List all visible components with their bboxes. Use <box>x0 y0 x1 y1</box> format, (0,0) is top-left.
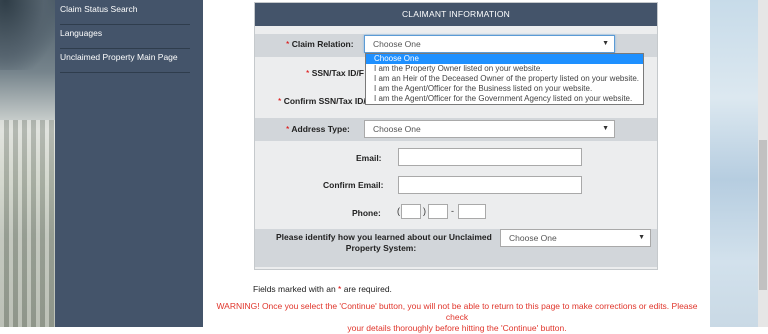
address-type-label: * Address Type: <box>286 124 350 134</box>
dropdown-option[interactable]: Choose One <box>366 54 643 64</box>
scrollbar-track[interactable] <box>758 0 768 327</box>
dropdown-option[interactable]: I am the Property Owner listed on your w… <box>366 64 643 74</box>
dropdown-option[interactable]: I am the Agent/Officer for the Business … <box>366 84 643 94</box>
confirm-email-label: Confirm Email: <box>323 180 384 190</box>
phone-dash: - <box>451 206 454 216</box>
claim-relation-label: * Claim Relation: <box>286 39 354 49</box>
email-label: Email: <box>356 153 382 163</box>
ssn-label: * SSN/Tax ID/F <box>306 68 364 78</box>
form-header: CLAIMANT INFORMATION <box>255 3 657 26</box>
claim-relation-dropdown-list: Choose One I am the Property Owner liste… <box>365 53 644 105</box>
phone-label: Phone: <box>352 208 381 218</box>
building-columns <box>0 120 55 327</box>
claim-relation-select[interactable]: Choose One ▼ <box>364 35 615 53</box>
sidebar-item-claim-status-search[interactable]: Claim Status Search <box>60 0 190 25</box>
phone-area-code-field[interactable] <box>401 204 421 219</box>
address-type-select[interactable]: Choose One ▼ <box>364 120 615 138</box>
chevron-down-icon: ▼ <box>638 234 645 241</box>
phone-close-paren: ) <box>423 206 426 216</box>
confirm-email-field[interactable] <box>398 176 582 194</box>
sidebar: Claim Status Search Languages Unclaimed … <box>55 0 203 327</box>
email-field[interactable] <box>398 148 582 166</box>
dropdown-option[interactable]: I am the Agent/Officer for the Governmen… <box>366 94 643 104</box>
dome-silhouette <box>0 0 55 70</box>
sidebar-item-unclaimed-property-main-page[interactable]: Unclaimed Property Main Page <box>60 48 190 73</box>
required-fields-note: Fields marked with an * are required. <box>253 284 392 294</box>
learned-about-select[interactable]: Choose One ▼ <box>500 229 651 247</box>
sidebar-item-languages[interactable]: Languages <box>60 24 190 49</box>
warning-message: WARNING! Once you select the 'Continue' … <box>216 301 698 333</box>
scrollbar-thumb[interactable] <box>759 140 767 290</box>
chevron-down-icon: ▼ <box>602 125 609 132</box>
chevron-down-icon: ▼ <box>602 40 609 47</box>
background-image-left <box>0 0 55 327</box>
background-image-right <box>710 0 768 327</box>
confirm-ssn-label: * Confirm SSN/Tax ID/F <box>278 96 371 106</box>
phone-line-number-field[interactable] <box>458 204 486 219</box>
learned-about-label: Please identify how you learned about ou… <box>276 232 492 253</box>
dropdown-option[interactable]: I am an Heir of the Deceased Owner of th… <box>366 74 643 84</box>
phone-open-paren: ( <box>397 206 400 216</box>
phone-prefix-field[interactable] <box>428 204 448 219</box>
